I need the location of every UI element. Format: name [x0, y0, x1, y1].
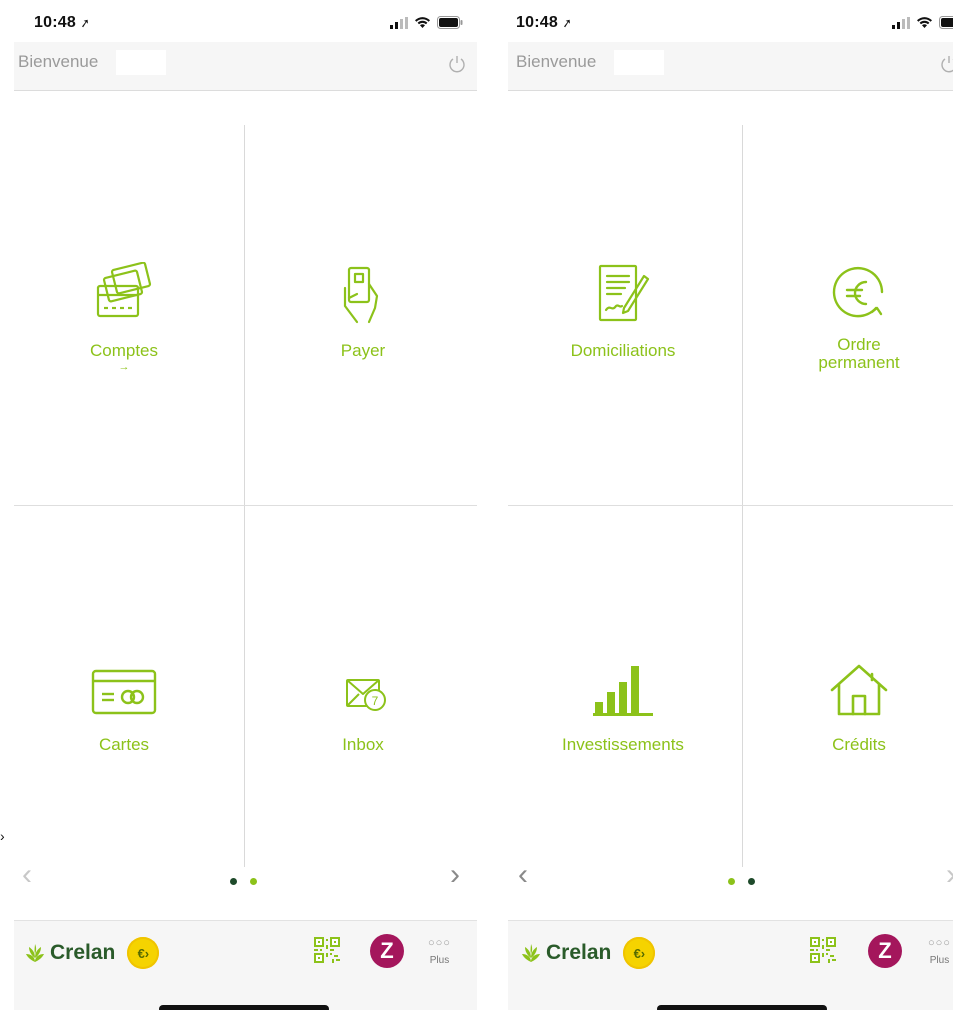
wifi-icon	[415, 16, 430, 28]
page-indicator	[728, 878, 755, 885]
welcome-header: Bienvenue	[508, 42, 953, 91]
signed-document-icon	[598, 264, 650, 322]
more-button[interactable]: ○○○ Plus	[428, 937, 451, 966]
zoomit-button[interactable]: Z	[370, 934, 404, 968]
inbox-badge-count: 7	[372, 694, 379, 708]
page-dot-active	[748, 878, 755, 885]
tile-label: Comptes	[89, 341, 159, 360]
page-dot-active	[230, 878, 237, 885]
more-button[interactable]: ○○○ Plus	[928, 937, 951, 966]
tile-label: Inbox	[342, 735, 384, 754]
qr-code-icon[interactable]	[314, 937, 340, 963]
status-bar: 10:48 ➚	[14, 0, 477, 42]
home-indicator	[657, 1005, 827, 1010]
tile-domiciliations[interactable]: Domiciliations	[528, 262, 718, 360]
status-icons	[390, 16, 463, 29]
prev-page-button[interactable]: ‹	[22, 860, 32, 890]
signal-icon	[892, 16, 910, 29]
location-arrow-icon: ➚	[78, 15, 92, 31]
tile-label: Cartes	[98, 735, 150, 754]
prev-page-button[interactable]: ‹	[518, 860, 528, 890]
status-bar: 10:48 ➚	[508, 0, 953, 42]
welcome-text: Bienvenue	[18, 52, 99, 71]
euro-cycle-icon	[832, 266, 884, 318]
footer-bar: Crelan €› Z ○○○ Plus	[14, 920, 477, 1010]
signal-icon	[390, 16, 408, 29]
more-label: Plus	[429, 955, 450, 966]
house-icon	[830, 664, 888, 716]
tile-label: Payer	[340, 341, 386, 360]
tile-label-line1: Ordre	[837, 335, 881, 354]
status-icons	[892, 16, 953, 29]
bank-card-icon	[91, 669, 157, 715]
euro-badge-button[interactable]: €›	[623, 937, 656, 969]
tile-credits[interactable]: Crédits	[764, 662, 953, 754]
bar-chart-icon	[593, 666, 653, 716]
credit-cards-icon	[96, 262, 152, 318]
more-dots-icon: ○○○	[428, 937, 451, 949]
tile-label-line2: permanent	[818, 353, 900, 372]
brand-logo: Crelan €›	[520, 937, 656, 969]
page-dot	[728, 878, 735, 885]
status-time: 10:48 ➚	[34, 14, 92, 31]
screen-page-2: 10:48 ➚ Bienvenue Domiciliations Ordre p…	[508, 0, 953, 1010]
tile-investissements[interactable]: Investissements	[528, 664, 718, 754]
euro-badge-button[interactable]: €›	[127, 937, 160, 969]
qr-code-icon[interactable]	[810, 937, 836, 963]
page-dot	[250, 878, 257, 885]
footer-bar: Crelan €› Z ○○○ Plus	[508, 920, 953, 1010]
zoomit-button[interactable]: Z	[868, 934, 902, 968]
tile-inbox[interactable]: 7 Inbox	[268, 672, 458, 754]
status-time: 10:48 ➚	[516, 14, 574, 31]
location-arrow-icon: ➚	[560, 15, 574, 31]
next-page-button[interactable]: ›	[946, 860, 953, 890]
page-indicator	[230, 878, 257, 885]
power-icon[interactable]	[447, 54, 467, 74]
brand-logo: Crelan €›	[24, 937, 160, 969]
tile-cartes[interactable]: Cartes	[29, 668, 219, 754]
tile-payer[interactable]: Payer	[268, 262, 458, 360]
welcome-text: Bienvenue	[516, 52, 597, 71]
crelan-leaf-icon	[522, 944, 540, 962]
screen-page-1: 10:48 ➚ Bienvenue Comptes → Payer Cartes…	[14, 0, 477, 1010]
brand-name: Crelan	[546, 941, 612, 964]
tile-label: Crédits	[832, 735, 886, 754]
envelope-badge-icon: 7	[346, 679, 386, 711]
redacted-name	[614, 50, 664, 75]
hand-phone-icon	[343, 266, 379, 324]
wifi-icon	[917, 16, 932, 28]
redacted-name	[116, 50, 166, 75]
tile-label: Investissements	[562, 735, 684, 754]
battery-icon	[437, 16, 463, 29]
grid-divider-vertical	[742, 125, 743, 867]
tile-comptes[interactable]: Comptes →	[29, 262, 219, 373]
next-page-button[interactable]: ›	[450, 860, 460, 890]
more-dots-icon: ○○○	[928, 937, 951, 949]
tile-label: Domiciliations	[570, 341, 676, 360]
more-label: Plus	[929, 955, 950, 966]
grid-divider-horizontal	[14, 505, 477, 506]
crelan-leaf-icon	[26, 944, 44, 962]
power-icon[interactable]	[939, 54, 953, 74]
battery-icon	[939, 16, 953, 29]
home-indicator	[159, 1005, 329, 1010]
brand-name: Crelan	[50, 941, 116, 964]
edge-arrow-glyph: ›	[0, 828, 5, 844]
tile-ordre-permanent[interactable]: Ordre permanent	[764, 262, 953, 372]
welcome-header: Bienvenue	[14, 42, 477, 91]
tile-arrow: →	[118, 361, 130, 373]
grid-divider-horizontal	[508, 505, 953, 506]
grid-divider-vertical	[244, 125, 245, 867]
